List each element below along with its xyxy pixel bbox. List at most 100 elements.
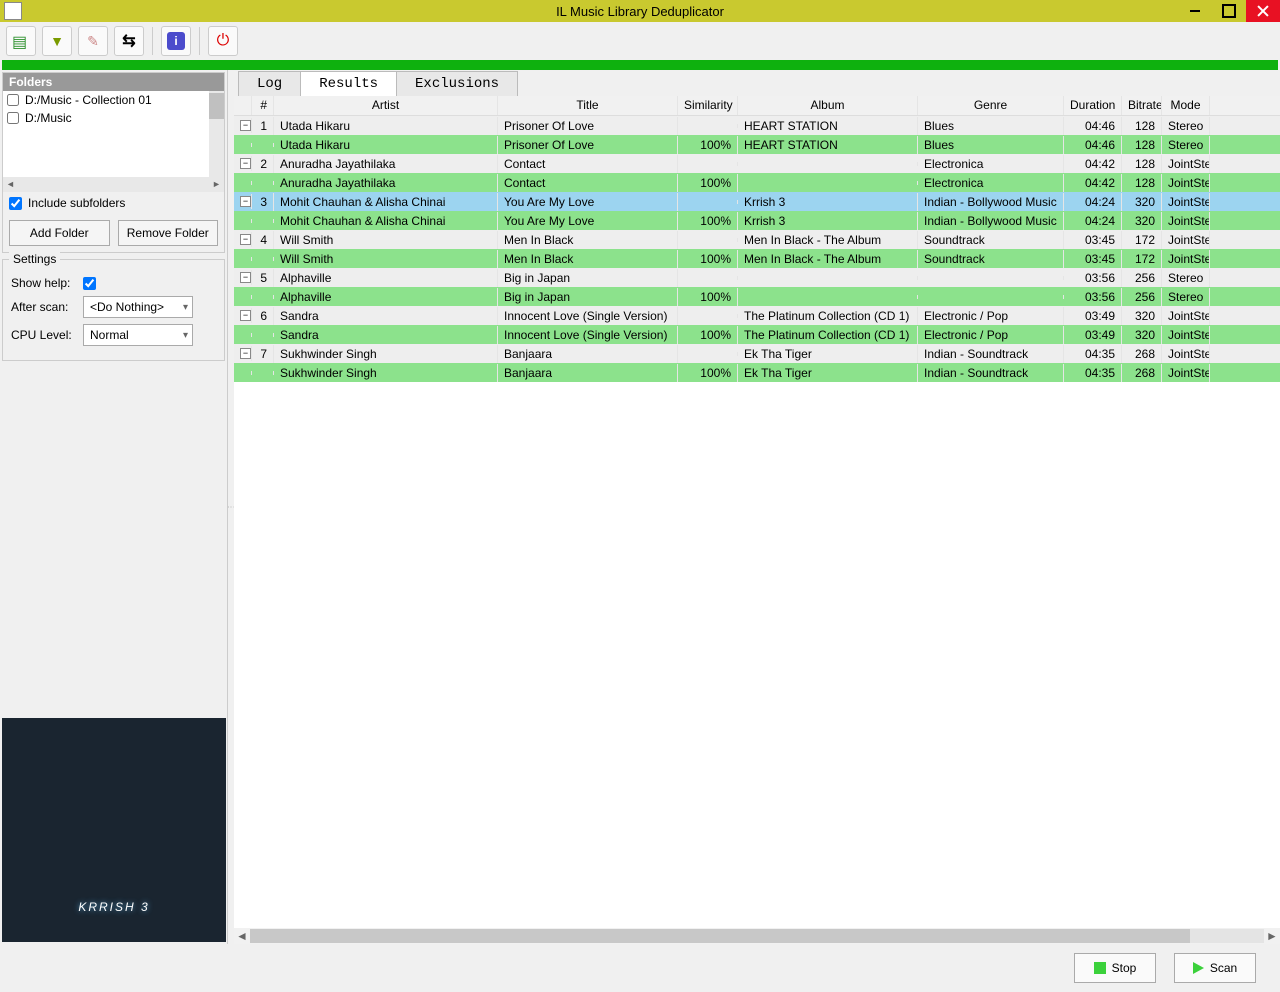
table-row[interactable]: − 7 Sukhwinder Singh Banjaara Ek Tha Tig…: [234, 344, 1280, 363]
scroll-left-icon[interactable]: ◄: [234, 929, 250, 943]
table-row[interactable]: Sukhwinder Singh Banjaara 100% Ek Tha Ti…: [234, 363, 1280, 382]
cell-num: [252, 333, 274, 337]
stop-icon: [1094, 962, 1106, 974]
show-help-checkbox[interactable]: [83, 277, 96, 290]
collapse-icon[interactable]: −: [240, 158, 251, 169]
cpu-level-value: Normal: [90, 328, 129, 342]
filter-button[interactable]: [42, 26, 72, 56]
table-row[interactable]: Will Smith Men In Black 100% Men In Blac…: [234, 249, 1280, 268]
scan-button[interactable]: Scan: [1174, 953, 1256, 983]
cell-title: Banjaara: [498, 364, 678, 382]
cell-similarity: [678, 200, 738, 204]
cpu-level-dropdown[interactable]: Normal: [83, 324, 193, 346]
cell-num: 3: [252, 193, 274, 211]
cell-num: [252, 371, 274, 375]
cell-num: 5: [252, 269, 274, 287]
scroll-left-icon[interactable]: ◄: [3, 177, 18, 192]
table-row[interactable]: − 4 Will Smith Men In Black Men In Black…: [234, 230, 1280, 249]
tab-exclusions[interactable]: Exclusions: [396, 71, 518, 96]
after-scan-dropdown[interactable]: <Do Nothing>: [83, 296, 193, 318]
horizontal-scrollbar[interactable]: ◄ ►: [234, 928, 1280, 944]
table-row[interactable]: Sandra Innocent Love (Single Version) 10…: [234, 325, 1280, 344]
cell-artist: Mohit Chauhan & Alisha Chinai: [274, 193, 498, 211]
shuffle-button[interactable]: [114, 26, 144, 56]
minimize-button[interactable]: [1178, 0, 1212, 22]
table-row[interactable]: Anuradha Jayathilaka Contact 100% Electr…: [234, 173, 1280, 192]
cell-title: Banjaara: [498, 345, 678, 363]
cell-genre: Electronica: [918, 155, 1064, 173]
table-row[interactable]: − 5 Alphaville Big in Japan 03:56 256 St…: [234, 268, 1280, 287]
col-duration[interactable]: Duration: [1064, 96, 1122, 115]
col-title[interactable]: Title: [498, 96, 678, 115]
collapse-icon[interactable]: −: [240, 310, 251, 321]
cell-duration: 04:35: [1064, 345, 1122, 363]
cell-artist: Sandra: [274, 307, 498, 325]
info-button[interactable]: i: [161, 26, 191, 56]
cell-bitrate: 172: [1122, 231, 1162, 249]
folders-list[interactable]: D:/Music - Collection 01 D:/Music: [3, 91, 224, 177]
clean-button[interactable]: [78, 26, 108, 56]
col-mode[interactable]: Mode: [1162, 96, 1210, 115]
stop-button[interactable]: Stop: [1074, 953, 1156, 983]
cell-duration: 04:46: [1064, 136, 1122, 154]
cell-album: Ek Tha Tiger: [738, 345, 918, 363]
collapse-icon[interactable]: −: [240, 348, 251, 359]
table-row[interactable]: Utada Hikaru Prisoner Of Love 100% HEART…: [234, 135, 1280, 154]
folder-item[interactable]: D:/Music - Collection 01: [3, 91, 224, 109]
scan-library-button[interactable]: [6, 26, 36, 56]
title-bar: IL Music Library Deduplicator: [0, 0, 1280, 22]
cell-similarity: [678, 314, 738, 318]
folders-header: Folders: [3, 73, 224, 91]
close-button[interactable]: [1246, 0, 1280, 22]
funnel-icon: [50, 33, 64, 49]
cell-num: 6: [252, 307, 274, 325]
table-row[interactable]: − 1 Utada Hikaru Prisoner Of Love HEART …: [234, 116, 1280, 135]
col-num[interactable]: #: [252, 96, 274, 115]
cell-bitrate: 128: [1122, 136, 1162, 154]
tab-results[interactable]: Results: [300, 71, 397, 97]
table-header: # Artist Title Similarity Album Genre Du…: [234, 96, 1280, 116]
collapse-icon[interactable]: −: [240, 120, 251, 131]
cell-album: [738, 181, 918, 185]
cell-mode: JointStereo: [1162, 345, 1210, 363]
folder-checkbox[interactable]: [7, 112, 19, 124]
table-row[interactable]: − 6 Sandra Innocent Love (Single Version…: [234, 306, 1280, 325]
table-row[interactable]: − 3 Mohit Chauhan & Alisha Chinai You Ar…: [234, 192, 1280, 211]
folder-checkbox[interactable]: [7, 94, 19, 106]
collapse-icon[interactable]: −: [240, 272, 251, 283]
col-genre[interactable]: Genre: [918, 96, 1064, 115]
col-expand[interactable]: [234, 96, 252, 115]
cell-genre: Blues: [918, 136, 1064, 154]
maximize-button[interactable]: [1212, 0, 1246, 22]
col-bitrate[interactable]: Bitrate: [1122, 96, 1162, 115]
col-artist[interactable]: Artist: [274, 96, 498, 115]
table-row[interactable]: Mohit Chauhan & Alisha Chinai You Are My…: [234, 211, 1280, 230]
cell-genre: Indian - Bollywood Music: [918, 212, 1064, 230]
col-album[interactable]: Album: [738, 96, 918, 115]
cell-mode: JointStereo: [1162, 326, 1210, 344]
cell-similarity: [678, 162, 738, 166]
collapse-icon[interactable]: −: [240, 234, 251, 245]
remove-folder-button[interactable]: Remove Folder: [118, 220, 219, 246]
collapse-icon[interactable]: −: [240, 196, 251, 207]
scroll-right-icon[interactable]: ►: [209, 177, 224, 192]
folder-path: D:/Music: [25, 111, 72, 125]
cell-genre: [918, 276, 1064, 280]
settings-panel: Settings Show help: After scan: <Do Noth…: [2, 259, 225, 361]
power-button[interactable]: [208, 26, 238, 56]
col-similarity[interactable]: Similarity: [678, 96, 738, 115]
add-folder-button[interactable]: Add Folder: [9, 220, 110, 246]
folder-item[interactable]: D:/Music: [3, 109, 224, 127]
cell-genre: Indian - Soundtrack: [918, 364, 1064, 382]
tab-log[interactable]: Log: [238, 71, 301, 96]
folders-horizontal-scrollbar[interactable]: ◄ ►: [3, 177, 224, 192]
folders-vertical-scrollbar[interactable]: [209, 91, 224, 177]
scroll-right-icon[interactable]: ►: [1264, 929, 1280, 943]
table-row[interactable]: − 2 Anuradha Jayathilaka Contact Electro…: [234, 154, 1280, 173]
cell-bitrate: 128: [1122, 174, 1162, 192]
table-row[interactable]: Alphaville Big in Japan 100% 03:56 256 S…: [234, 287, 1280, 306]
cell-similarity: 100%: [678, 250, 738, 268]
cell-title: Prisoner Of Love: [498, 117, 678, 135]
cell-duration: 03:49: [1064, 307, 1122, 325]
include-subfolders-checkbox[interactable]: [9, 197, 22, 210]
